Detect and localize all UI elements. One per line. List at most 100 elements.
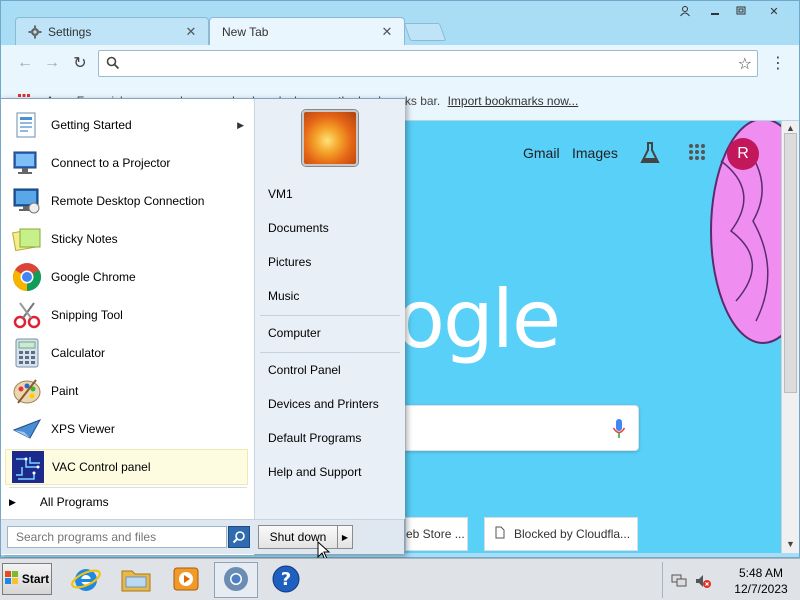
place-help-support[interactable]: Help and Support — [268, 465, 361, 479]
browser-toolbar: ← → ↻ ☆ ⋮ — [1, 45, 799, 81]
internet-explorer-icon — [70, 563, 102, 598]
sticky-notes-icon — [11, 223, 43, 255]
paint-palette-icon — [11, 375, 43, 407]
start-label: Start — [21, 572, 50, 586]
place-pictures[interactable]: Pictures — [268, 255, 311, 269]
minimize-icon[interactable] — [702, 2, 728, 20]
new-tab-button[interactable] — [403, 23, 447, 41]
tab-label: New Tab — [222, 24, 269, 39]
taskbar-file-explorer[interactable] — [114, 562, 158, 598]
start-menu: Getting Started ▶ Connect to a Projector… — [0, 98, 405, 561]
tab-settings[interactable]: Settings ✕ — [15, 17, 209, 45]
program-label: Google Chrome — [51, 270, 136, 284]
start-search-input[interactable] — [8, 527, 226, 547]
clock-time[interactable]: 5:48 AM — [731, 566, 791, 580]
close-window-icon[interactable]: ✕ — [761, 2, 787, 20]
all-programs-label: All Programs — [39, 495, 109, 509]
system-tray: 5:48 AM 12/7/2023 — [662, 562, 798, 598]
place-music[interactable]: Music — [268, 289, 299, 303]
import-bookmarks-link[interactable]: Import bookmarks now... — [448, 94, 579, 108]
menu-icon[interactable]: ⋮ — [768, 53, 788, 73]
account-avatar[interactable]: R — [727, 138, 759, 170]
google-logo: ogle — [396, 273, 561, 366]
vertical-scrollbar[interactable]: ▲ ▼ — [781, 121, 799, 553]
program-xps-viewer[interactable]: XPS Viewer — [5, 411, 248, 447]
program-label: Paint — [51, 384, 79, 398]
program-vac-control-panel[interactable]: VAC Control panel — [5, 449, 248, 485]
gear-icon — [28, 25, 42, 39]
place-control-panel[interactable]: Control Panel — [268, 363, 341, 377]
program-label: XPS Viewer — [51, 422, 115, 436]
place-documents[interactable]: Documents — [268, 221, 329, 235]
program-label: Getting Started — [51, 118, 132, 132]
tab-strip: Settings ✕ New Tab ✕ ✕ — [1, 1, 799, 45]
tab-new-tab[interactable]: New Tab ✕ — [209, 17, 405, 45]
taskbar-media-player[interactable] — [164, 562, 208, 598]
projector-icon — [11, 147, 43, 179]
all-programs-button[interactable]: ▶ All Programs — [9, 495, 247, 509]
address-input[interactable] — [125, 55, 725, 73]
program-sticky-notes[interactable]: Sticky Notes — [5, 221, 248, 257]
place-default-programs[interactable]: Default Programs — [268, 431, 361, 445]
gmail-link[interactable]: Gmail — [523, 145, 560, 161]
taskbar-help[interactable]: ? — [264, 562, 308, 598]
start-menu-programs: Getting Started ▶ Connect to a Projector… — [1, 99, 254, 555]
divider — [260, 352, 400, 353]
divider — [9, 487, 247, 488]
user-icon[interactable] — [672, 2, 698, 20]
program-paint[interactable]: Paint — [5, 373, 248, 409]
tab-label: Settings — [48, 24, 92, 39]
labs-flask-icon[interactable] — [639, 141, 661, 168]
bookmark-star-icon[interactable]: ☆ — [738, 54, 752, 74]
address-bar[interactable]: ☆ — [98, 50, 758, 77]
svg-text:?: ? — [281, 569, 291, 590]
program-google-chrome[interactable]: Google Chrome — [5, 259, 248, 295]
taskbar-chrome[interactable] — [214, 562, 258, 598]
close-icon[interactable]: ✕ — [184, 24, 198, 39]
reload-icon[interactable]: ↻ — [70, 53, 90, 73]
scroll-up-icon[interactable]: ▲ — [786, 123, 795, 133]
network-icon[interactable] — [671, 573, 687, 592]
apps-grid-icon[interactable] — [688, 143, 706, 164]
place-devices-printers[interactable]: Devices and Printers — [268, 397, 379, 411]
program-getting-started[interactable]: Getting Started ▶ — [5, 107, 248, 143]
clock-date[interactable]: 12/7/2023 — [723, 582, 799, 596]
user-picture[interactable] — [302, 110, 358, 166]
program-label: Sticky Notes — [51, 232, 118, 246]
program-label: Remote Desktop Connection — [51, 194, 205, 208]
close-icon[interactable]: ✕ — [380, 24, 394, 39]
chrome-icon — [223, 566, 249, 595]
forward-icon[interactable]: → — [42, 53, 62, 73]
shortcut-tile[interactable]: eb Store ... — [405, 517, 468, 551]
vac-control-icon — [12, 451, 44, 483]
taskbar-internet-explorer[interactable] — [64, 562, 108, 598]
program-calculator[interactable]: Calculator — [5, 335, 248, 371]
start-search-field[interactable] — [7, 526, 227, 548]
images-link[interactable]: Images — [572, 145, 618, 161]
start-button[interactable]: Start — [2, 563, 52, 595]
shortcut-tile[interactable]: Blocked by Cloudfla... — [484, 517, 638, 551]
program-connect-projector[interactable]: Connect to a Projector — [5, 145, 248, 181]
back-icon[interactable]: ← — [15, 53, 35, 73]
scroll-down-icon[interactable]: ▼ — [786, 539, 795, 549]
search-icon[interactable] — [228, 526, 250, 548]
microphone-icon[interactable] — [612, 418, 626, 443]
shortcut-label: eb Store ... — [406, 527, 465, 541]
calculator-icon — [11, 337, 43, 369]
chevron-right-icon: ▶ — [341, 532, 349, 542]
place-computer[interactable]: Computer — [268, 326, 321, 340]
ntp-search-box[interactable] — [405, 405, 639, 451]
taskbar: Start ? 5:48 AM 12/7/2023 — [0, 558, 800, 600]
file-explorer-icon — [120, 564, 152, 597]
scissors-icon — [11, 299, 43, 331]
scrollbar-thumb[interactable] — [784, 133, 797, 393]
chevron-right-icon: ▶ — [9, 496, 16, 507]
shutdown-options-button[interactable]: ▶ — [337, 525, 353, 549]
restore-icon[interactable] — [728, 2, 754, 20]
program-snipping-tool[interactable]: Snipping Tool — [5, 297, 248, 333]
program-remote-desktop[interactable]: Remote Desktop Connection — [5, 183, 248, 219]
place-user-folder[interactable]: VM1 — [268, 187, 293, 201]
program-label: Calculator — [51, 346, 106, 360]
volume-muted-icon[interactable] — [695, 573, 711, 592]
media-player-icon — [171, 564, 201, 597]
